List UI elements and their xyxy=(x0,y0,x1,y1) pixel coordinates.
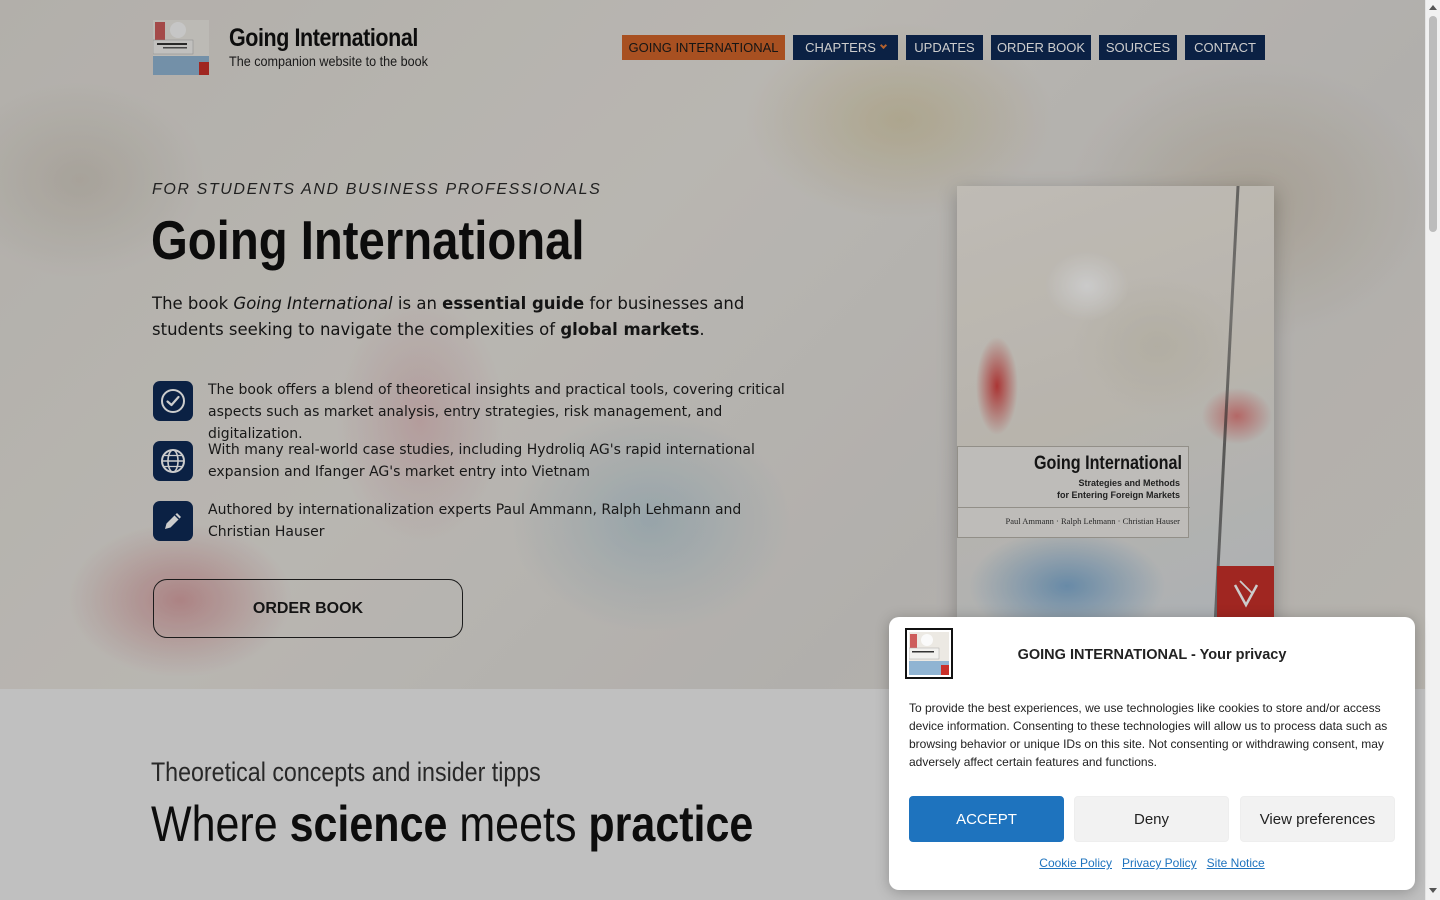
scroll-down-icon[interactable] xyxy=(1429,888,1437,893)
cookie-policy-link[interactable]: Cookie Policy xyxy=(1039,856,1112,870)
cookie-logo xyxy=(905,628,953,679)
view-preferences-button[interactable]: View preferences xyxy=(1240,796,1395,842)
privacy-policy-link[interactable]: Privacy Policy xyxy=(1122,856,1197,870)
cookie-text: To provide the best experiences, we use … xyxy=(909,701,1388,769)
scrollbar-thumb[interactable] xyxy=(1429,16,1437,232)
cookie-consent-dialog: GOING INTERNATIONAL - Your privacy To pr… xyxy=(889,617,1415,890)
cookie-title: GOING INTERNATIONAL - Your privacy xyxy=(1017,647,1287,663)
accept-button[interactable]: ACCEPT xyxy=(909,796,1064,842)
scroll-up-icon[interactable] xyxy=(1429,5,1437,10)
page-scrollbar[interactable] xyxy=(1425,0,1440,900)
site-notice-link[interactable]: Site Notice xyxy=(1207,856,1265,870)
cookie-links: Cookie Policy Privacy Policy Site Notice xyxy=(889,856,1415,870)
deny-button[interactable]: Deny xyxy=(1074,796,1229,842)
